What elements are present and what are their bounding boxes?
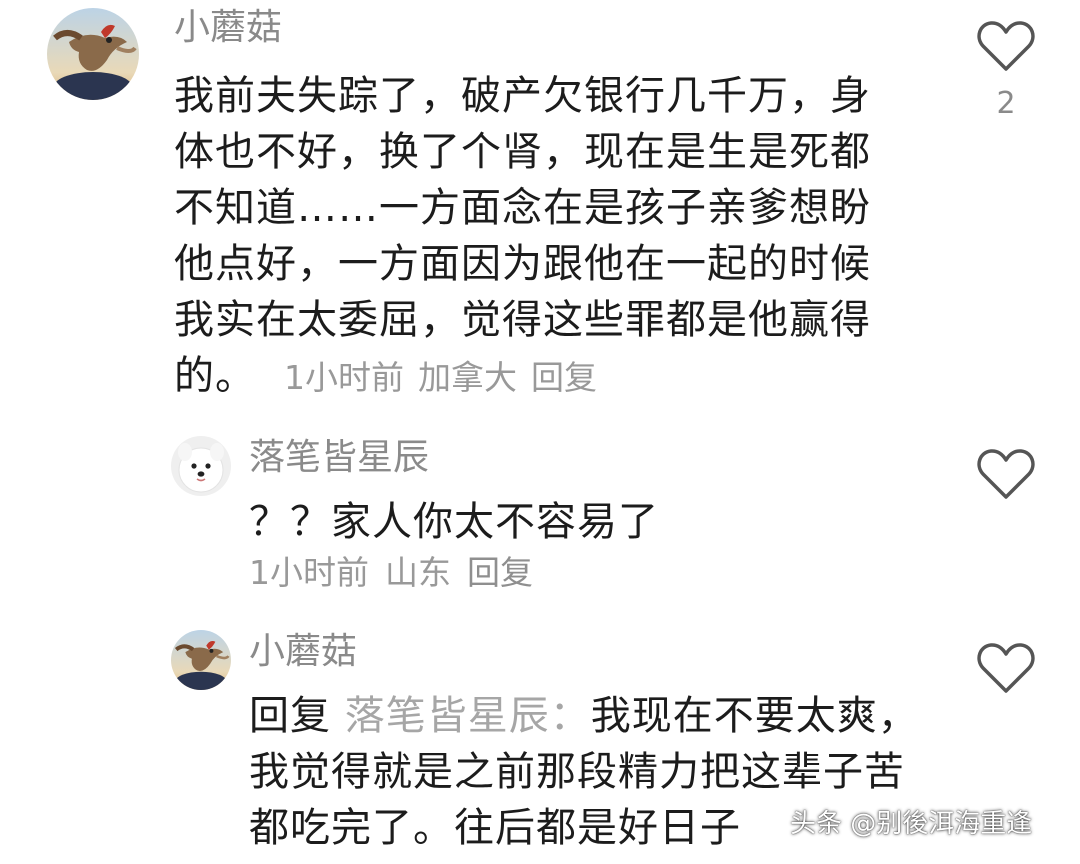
comment-location: 山东 [385, 553, 451, 592]
reply-prefix: 回复 [249, 693, 331, 739]
rooster-photo-avatar [171, 630, 231, 690]
comment-meta: 1小时前 山东 回复 [249, 551, 549, 595]
avatar[interactable] [47, 8, 139, 100]
reply-button[interactable]: 回复 [467, 553, 533, 592]
avatar[interactable] [171, 630, 231, 690]
like-button[interactable] [976, 640, 1036, 696]
avatar[interactable] [171, 436, 231, 496]
comment-text-content: 我前夫失踪了，破产欠银行几千万，身体也不好，换了个肾，现在是生是死都不知道……一… [174, 73, 871, 399]
watermark: 头条 @别後洱海重逢 [790, 809, 1033, 839]
comment-username[interactable]: 落笔皆星辰 [249, 436, 429, 480]
reply-button[interactable]: 回复 [531, 358, 597, 397]
comment-text: ？？家人你太不容易了 [249, 499, 659, 545]
comment-thread: 小蘑菇 我前夫失踪了，破产欠银行几千万，身体也不好，换了个肾，现在是生是死都不知… [0, 0, 1080, 864]
rooster-photo-avatar [47, 8, 139, 100]
comment-location: 加拿大 [418, 358, 517, 397]
comment-username[interactable]: 小蘑菇 [174, 6, 282, 50]
comment-text: 我前夫失踪了，破产欠银行几千万，身体也不好，换了个肾，现在是生是死都不知道……一… [174, 68, 904, 406]
heart-outline-icon [977, 449, 1035, 499]
comment-meta: 1小时前 加拿大 回复 [256, 358, 597, 397]
samoyed-dog-avatar [171, 436, 231, 496]
comment-username[interactable]: 小蘑菇 [249, 630, 357, 674]
heart-outline-icon [977, 643, 1035, 693]
like-button[interactable] [976, 18, 1036, 74]
like-count: 2 [996, 86, 1016, 121]
comment-time: 1小时前 [284, 358, 404, 397]
like-button[interactable] [976, 446, 1036, 502]
heart-outline-icon [977, 21, 1035, 71]
reply-to-username[interactable]: 落笔皆星辰： [345, 693, 591, 739]
comment-time: 1小时前 [249, 553, 369, 592]
